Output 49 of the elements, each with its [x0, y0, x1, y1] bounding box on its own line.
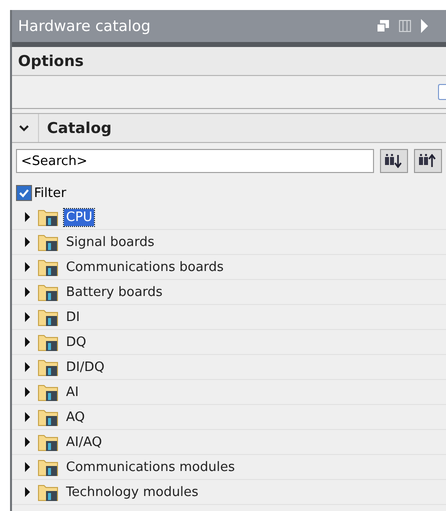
- expand-arrow-icon[interactable]: [24, 387, 32, 397]
- binoculars-up-icon: [419, 154, 437, 168]
- tree-item[interactable]: CPU: [64, 208, 94, 226]
- expand-arrow-icon[interactable]: [24, 437, 32, 447]
- window-title: Hardware catalog: [18, 17, 151, 35]
- expand-arrow-icon[interactable]: [24, 362, 32, 372]
- expand-arrow-icon[interactable]: [24, 287, 32, 297]
- folder-icon: [38, 234, 58, 250]
- expand-arrow-icon[interactable]: [24, 412, 32, 422]
- folder-icon: [38, 284, 58, 300]
- checkmark-icon: [18, 187, 30, 199]
- tree-item[interactable]: AQ: [64, 408, 87, 426]
- expand-arrow-icon[interactable]: [24, 462, 32, 472]
- folder-icon: [38, 384, 58, 400]
- expand-arrow-icon[interactable]: [24, 237, 32, 247]
- folder-icon: [38, 334, 58, 350]
- catalog-title: Catalog: [38, 114, 112, 142]
- search-up-button[interactable]: [414, 149, 442, 173]
- binoculars-down-icon: [385, 154, 403, 168]
- folder-icon: [38, 408, 58, 426]
- expand-arrow-icon[interactable]: [24, 262, 32, 272]
- tree-item[interactable]: Communications modules: [64, 458, 237, 476]
- tree-item[interactable]: DQ: [64, 334, 88, 350]
- tree-item[interactable]: Signal boards: [64, 234, 156, 250]
- folder-icon: [38, 484, 58, 500]
- tree-item[interactable]: AI: [64, 384, 81, 400]
- tree-item[interactable]: DI: [64, 308, 82, 326]
- folder-icon: [38, 358, 58, 376]
- search-field[interactable]: <Search>: [16, 149, 374, 173]
- folder-icon: [38, 434, 58, 450]
- tree-item[interactable]: Communications boards: [64, 258, 226, 276]
- folder-icon: [38, 308, 58, 326]
- filter-checkbox[interactable]: [16, 185, 32, 201]
- options-title: Options: [18, 52, 84, 70]
- tree-item[interactable]: AI/AQ: [64, 434, 104, 450]
- chevron-icon[interactable]: [18, 123, 30, 133]
- folder-icon: [38, 258, 58, 276]
- expand-arrow-icon[interactable]: [24, 312, 32, 322]
- expand-arrow-icon[interactable]: [24, 487, 32, 497]
- tree-item[interactable]: Technology modules: [64, 484, 200, 500]
- search-down-button[interactable]: [380, 149, 408, 173]
- expand-arrow-icon[interactable]: [24, 337, 32, 347]
- tree-item[interactable]: Battery boards: [64, 284, 165, 300]
- restore-icon[interactable]: [377, 20, 389, 32]
- expand-arrow-icon[interactable]: [24, 212, 32, 222]
- folder-icon: [38, 208, 58, 226]
- folder-icon: [38, 458, 58, 476]
- filter-label: Filter: [34, 186, 66, 200]
- tree-item[interactable]: DI/DQ: [64, 358, 106, 376]
